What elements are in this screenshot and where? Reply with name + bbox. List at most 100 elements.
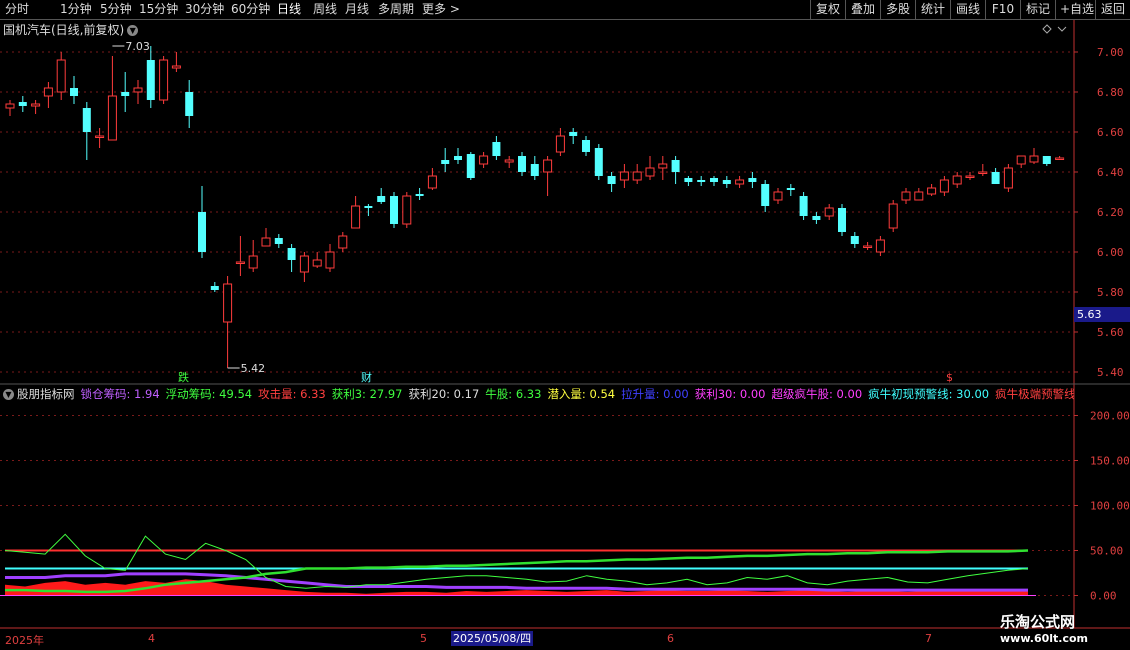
candle-body: [107, 95, 117, 141]
candle-body: [518, 156, 526, 172]
candle-body: [133, 87, 143, 93]
candle-body: [185, 92, 194, 116]
candle-body: [159, 59, 169, 101]
indicator-item-6: 潜入量: 0.54: [547, 387, 616, 401]
cursor-date-label: 2025/05/08/四: [451, 631, 534, 646]
watermark-url: www.60lt.com: [1000, 632, 1089, 645]
candle-body: [287, 248, 296, 260]
candle-body: [697, 180, 706, 182]
candle-body: [991, 172, 1000, 184]
candle-body: [684, 178, 693, 182]
date-label-jul: 7: [925, 632, 932, 645]
date-label-jun: 6: [667, 632, 674, 645]
price-tick-label: 6.20: [1097, 206, 1124, 219]
candle-body: [146, 60, 155, 100]
candle-body: [274, 238, 283, 244]
candle-body: [888, 203, 898, 229]
candle-body: [95, 135, 105, 138]
candle-body: [70, 88, 78, 96]
candle-body: [261, 237, 271, 247]
candle-body: [427, 175, 437, 189]
candle-body: [927, 187, 937, 195]
candle-body: [850, 236, 859, 244]
candle-body: [198, 212, 206, 252]
chevron-down-icon: [1057, 26, 1067, 32]
indicator-item-1: 浮动筹码: 49.54: [165, 387, 253, 401]
candle-body: [18, 102, 27, 106]
indicator-item-0: 锁仓筹码: 1.94: [80, 387, 160, 401]
chevron-down-icon[interactable]: ▼: [3, 389, 14, 400]
date-label-apr: 4: [148, 632, 155, 645]
candle-body: [773, 191, 783, 201]
date-label-may: 5: [420, 632, 427, 645]
candle-body: [402, 195, 412, 225]
candle-body: [210, 286, 219, 290]
date-label-year: 2025年: [5, 634, 44, 647]
candle-body: [390, 196, 398, 224]
candle-body: [607, 176, 616, 184]
candle-body: [1029, 155, 1039, 163]
diamond-icon: [1042, 24, 1052, 34]
candle-body: [722, 180, 731, 184]
candle-body: [171, 65, 181, 69]
candle-body: [415, 194, 424, 196]
candle-body: [43, 87, 53, 97]
price-tick-label: 6.40: [1097, 166, 1124, 179]
candle-body: [671, 160, 680, 172]
fall-marker: 跌: [178, 370, 189, 384]
price-tick-label: 7.00: [1097, 46, 1124, 59]
candle-body: [479, 155, 489, 165]
candle-body: [299, 255, 309, 273]
candle-body: [824, 207, 834, 217]
candle-body: [875, 239, 885, 253]
dollar-marker: $: [946, 371, 953, 384]
candle-body: [121, 92, 130, 96]
indicator-item-7: 拉升量: 0.00: [621, 387, 689, 401]
candle-body: [5, 103, 15, 109]
candle-body: [504, 159, 514, 163]
current-price-tag: 5.63: [1074, 307, 1130, 322]
candle-body: [338, 235, 348, 249]
candle-body: [582, 140, 590, 152]
candle-body: [812, 216, 821, 220]
low-annotation: 5.42: [241, 362, 266, 375]
indicator-item-2: 攻击量: 6.33: [258, 387, 326, 401]
profit3-line: [4, 533, 1029, 589]
candle-body: [761, 184, 770, 206]
price-tick-label: 6.80: [1097, 86, 1124, 99]
indicator-item-10: 疯牛初现预警线: 30.00: [868, 387, 990, 401]
candle-body: [555, 135, 565, 153]
candle-body: [56, 59, 66, 93]
watermark-name: 乐淘公式网: [1000, 613, 1076, 631]
candle-body: [952, 175, 962, 185]
candle-body: [312, 259, 322, 267]
candle-body: [838, 208, 846, 232]
indicator-item-8: 获利30: 0.00: [694, 387, 766, 401]
candle-body: [466, 154, 475, 178]
indicator-item-5: 牛股: 6.33: [485, 387, 542, 401]
candle-body: [569, 132, 578, 136]
candle-body: [223, 283, 233, 323]
candle-body: [248, 255, 258, 269]
candle-body: [351, 205, 361, 229]
indicator-item-4: 获利20: 0.17: [408, 387, 480, 401]
price-tick-label: 5.60: [1097, 326, 1124, 339]
indicator-tick-label: 200.00: [1090, 410, 1130, 423]
price-tick-label: 6.60: [1097, 126, 1124, 139]
candle-body: [594, 148, 603, 176]
candle-body: [492, 142, 501, 156]
candle-body: [645, 167, 655, 177]
candle-body: [863, 245, 873, 248]
indicator-values: 锁仓筹码: 1.94 浮动筹码: 49.54 攻击量: 6.33 获利3: 27.97…: [81, 387, 1075, 401]
candle-body: [658, 163, 668, 169]
candle-body: [786, 188, 795, 190]
candle-body: [901, 191, 911, 201]
candle-body: [978, 171, 988, 174]
candle-body: [710, 178, 718, 182]
indicator-name: 股朋指标网: [17, 387, 75, 401]
candle-body: [939, 179, 949, 193]
kline-chart[interactable]: 7.00 6.80 6.60 6.40 6.20 6.00 5.80 5.60 5.40 200.…: [0, 0, 1130, 650]
price-tick-label: 6.00: [1097, 246, 1124, 259]
candle-body: [619, 171, 629, 181]
candle-body: [1042, 156, 1051, 164]
